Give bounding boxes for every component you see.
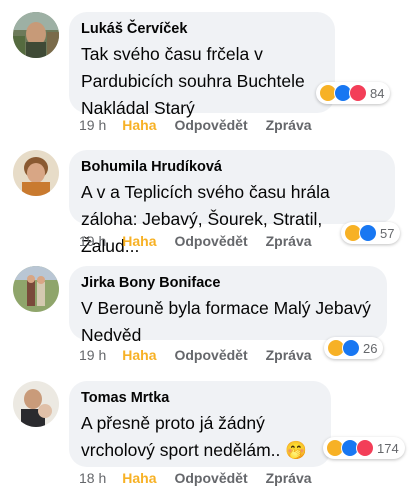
avatar[interactable] — [13, 12, 59, 58]
comment-author[interactable]: Lukáš Červíček — [81, 20, 321, 38]
avatar[interactable] — [13, 381, 59, 427]
comment-bubble: Lukáš Červíček Tak svého času frčela v P… — [69, 12, 335, 118]
reaction-summary[interactable]: 57 — [341, 222, 401, 244]
reaction-count: 26 — [363, 340, 378, 356]
comment-time[interactable]: 19 h — [79, 233, 106, 249]
like-icon — [359, 224, 377, 242]
haha-button[interactable]: Haha — [122, 470, 156, 486]
reply-button[interactable]: Odpovědět — [174, 470, 247, 486]
message-button[interactable]: Zpráva — [266, 117, 312, 133]
comment-time[interactable]: 19 h — [79, 347, 106, 363]
reaction-count: 174 — [377, 440, 399, 456]
avatar[interactable] — [13, 150, 59, 196]
haha-button[interactable]: Haha — [122, 233, 156, 249]
comment-bubble: Tomas Mrtka A přesně proto já žádný vrch… — [69, 381, 331, 467]
message-button[interactable]: Zpráva — [266, 233, 312, 249]
reaction-count: 84 — [370, 85, 385, 101]
reply-button[interactable]: Odpovědět — [174, 347, 247, 363]
reaction-summary[interactable]: 174 — [323, 437, 405, 459]
comment-text: A přesně proto já žádný vrcholový sport … — [81, 413, 308, 460]
haha-button[interactable]: Haha — [122, 347, 156, 363]
comment-author[interactable]: Jirka Bony Boniface — [81, 274, 373, 292]
comment-actions: 19 h Haha Odpovědět Zpráva — [79, 347, 330, 363]
comment-author[interactable]: Bohumila Hrudíková — [81, 158, 381, 176]
love-icon — [349, 84, 367, 102]
comment-time[interactable]: 18 h — [79, 470, 106, 486]
reply-button[interactable]: Odpovědět — [174, 117, 247, 133]
reply-button[interactable]: Odpovědět — [174, 233, 247, 249]
avatar[interactable] — [13, 266, 59, 312]
comment-actions: 19 h Haha Odpovědět Zpráva — [79, 233, 330, 249]
comment-author[interactable]: Tomas Mrtka — [81, 389, 317, 407]
reaction-summary[interactable]: 26 — [324, 337, 384, 359]
comment-actions: 19 h Haha Odpovědět Zpráva — [79, 117, 330, 133]
haha-button[interactable]: Haha — [122, 117, 156, 133]
comment-time[interactable]: 19 h — [79, 117, 106, 133]
love-icon — [356, 439, 374, 457]
comment-actions: 18 h Haha Odpovědět Zpráva — [79, 470, 330, 486]
reaction-count: 57 — [380, 225, 395, 241]
reaction-summary[interactable]: 84 — [316, 82, 391, 104]
comment-bubble: Jirka Bony Boniface V Berouně byla forma… — [69, 266, 387, 345]
message-button[interactable]: Zpráva — [266, 347, 312, 363]
message-button[interactable]: Zpráva — [266, 470, 312, 486]
like-icon — [342, 339, 360, 357]
comment-bubble: Bohumila Hrudíková A v a Teplicích svého… — [69, 150, 395, 256]
comment-text: Tak svého času frčela v Pardubicích souh… — [81, 44, 305, 118]
